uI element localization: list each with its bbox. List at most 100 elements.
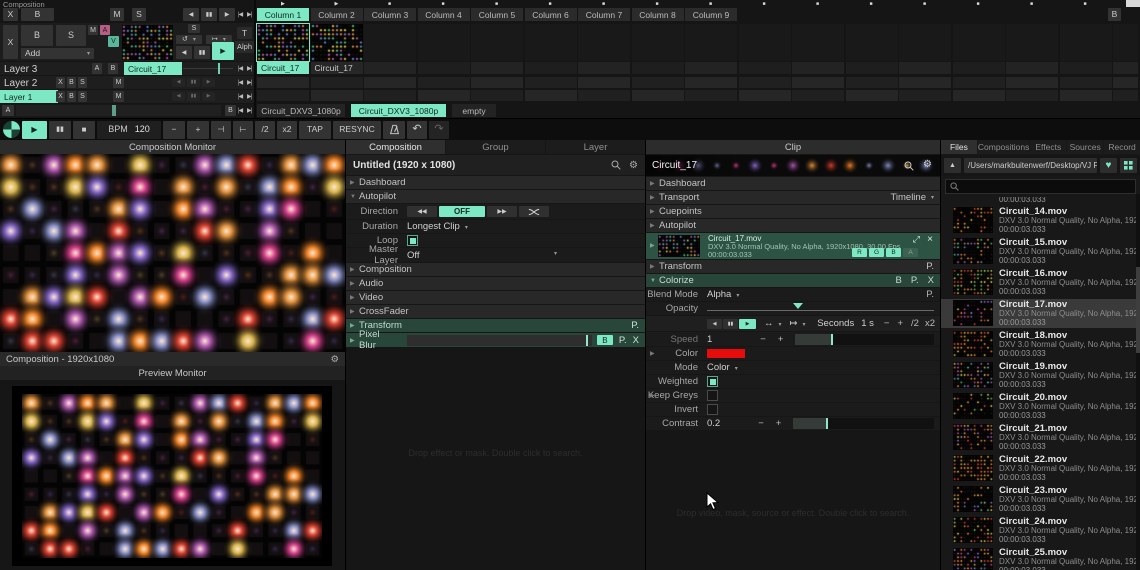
empty-clip-cell[interactable] bbox=[739, 77, 791, 88]
resync-button[interactable]: RESYNC bbox=[333, 121, 381, 139]
bpm-minus-button[interactable]: − bbox=[163, 121, 185, 139]
crossfader-a-button[interactable]: A bbox=[2, 105, 14, 116]
section-autopilot[interactable]: ▶Autopilot bbox=[646, 219, 940, 232]
params-button[interactable]: P. bbox=[926, 289, 934, 300]
column-stop-icon[interactable]: ■ bbox=[923, 1, 926, 7]
section-composition[interactable]: ▶Composition bbox=[346, 263, 645, 276]
channel-r-button[interactable]: R bbox=[852, 248, 867, 257]
nudge-left-button[interactable]: ⊣ bbox=[211, 121, 231, 139]
empty-clip-cell[interactable] bbox=[953, 90, 1005, 101]
view-mode-button[interactable] bbox=[1120, 158, 1137, 173]
column-stop-icon[interactable]: ■ bbox=[870, 1, 873, 7]
file-item[interactable]: Circuit_14.movDXV 3.0 Normal Quality, No… bbox=[941, 206, 1140, 235]
column-header[interactable]: Column 8 bbox=[632, 8, 684, 21]
files-scrollbar[interactable] bbox=[1136, 194, 1140, 570]
clip-play-button[interactable]: ▶ bbox=[739, 319, 756, 329]
section-video[interactable]: ▶Video bbox=[346, 291, 645, 304]
empty-clip-thumb[interactable] bbox=[1006, 24, 1058, 61]
params-button[interactable]: P. bbox=[926, 261, 934, 272]
transport-mode-dropdown[interactable]: Timeline▾ bbox=[890, 192, 934, 203]
crossfader-next-icon[interactable]: ▶| bbox=[247, 107, 251, 114]
tab-effects[interactable]: Effects bbox=[1030, 140, 1066, 154]
empty-clip-cell[interactable] bbox=[418, 77, 470, 88]
column-stop-icon[interactable]: ■ bbox=[388, 1, 391, 7]
crossfader-b-button[interactable]: B bbox=[225, 105, 236, 116]
tab-composition[interactable]: Composition bbox=[346, 140, 445, 154]
column-stop-icon[interactable]: ■ bbox=[1030, 1, 1033, 7]
tab-layer[interactable]: Layer bbox=[546, 140, 645, 154]
empty-clip-thumb[interactable] bbox=[792, 24, 844, 61]
clip-name-cell[interactable]: Circuit_17 bbox=[257, 62, 309, 74]
empty-clip-cell[interactable] bbox=[311, 77, 363, 88]
path-dropdown[interactable]: /Users/markbuitenwerf/Desktop/VJ Footage… bbox=[964, 158, 1097, 173]
tap-button[interactable]: TAP bbox=[299, 121, 331, 139]
empty-clip-cell[interactable] bbox=[525, 90, 577, 101]
seconds-double-button[interactable]: x2 bbox=[925, 318, 935, 329]
empty-clip-cell[interactable] bbox=[685, 77, 737, 88]
section-dashboard[interactable]: ▶Dashboard bbox=[646, 177, 940, 190]
empty-clip-thumb[interactable] bbox=[739, 24, 791, 61]
file-item[interactable]: Circuit_22.movDXV 3.0 Normal Quality, No… bbox=[941, 454, 1140, 483]
tab-files[interactable]: Files bbox=[941, 140, 977, 154]
direction-forward-button[interactable]: ▶▶ bbox=[487, 206, 517, 217]
deck-tab[interactable]: Circuit_DXV3_1080p bbox=[351, 104, 446, 117]
clip-source-block[interactable]: ▶ Circuit_17.mov DXV 3.0 Normal Quality,… bbox=[646, 233, 940, 259]
opacity-marker[interactable] bbox=[793, 303, 803, 309]
pixel-blur-slider[interactable] bbox=[407, 335, 592, 346]
redo-button[interactable]: ↷ bbox=[429, 121, 449, 139]
empty-clip-cell[interactable] bbox=[846, 77, 898, 88]
column-stop-icon[interactable]: ■ bbox=[602, 1, 605, 7]
folder-up-button[interactable]: ▲ bbox=[944, 158, 961, 173]
clip-prevframe-button[interactable]: ◀ bbox=[707, 319, 722, 329]
mode-dropdown[interactable]: Color▾ bbox=[707, 362, 738, 373]
column-stop-icon[interactable]: ■ bbox=[709, 1, 712, 7]
close-icon[interactable]: × bbox=[927, 234, 933, 245]
column-header[interactable]: Column 6 bbox=[525, 8, 577, 21]
empty-clip-thumb[interactable] bbox=[471, 24, 523, 61]
seconds-plus-button[interactable]: + bbox=[897, 318, 903, 329]
empty-clip-cell[interactable] bbox=[578, 77, 630, 88]
column-header[interactable]: Column 3 bbox=[364, 8, 416, 21]
bpm-display[interactable]: BPM 120 bbox=[97, 121, 161, 139]
speed-minus-button[interactable]: − bbox=[760, 334, 766, 345]
empty-clip-name-cell[interactable] bbox=[578, 62, 630, 74]
empty-clip-name-cell[interactable] bbox=[1113, 62, 1138, 74]
empty-clip-thumb[interactable] bbox=[525, 24, 577, 61]
section-crossfader[interactable]: ▶CrossFader bbox=[346, 305, 645, 318]
tab-compositions[interactable]: Compositions bbox=[978, 140, 1030, 154]
empty-clip-thumb[interactable] bbox=[685, 24, 737, 61]
empty-clip-cell[interactable] bbox=[311, 90, 363, 101]
column-stop-icon[interactable]: ■ bbox=[977, 1, 980, 7]
effect-bypass-button[interactable]: B bbox=[597, 335, 613, 345]
empty-clip-name-cell[interactable] bbox=[1006, 62, 1058, 74]
empty-clip-name-cell[interactable] bbox=[953, 62, 1005, 74]
direction-reverse-button[interactable]: ◀◀ bbox=[407, 206, 437, 217]
empty-clip-name-cell[interactable] bbox=[471, 62, 523, 74]
clip-pause-button[interactable]: ▮▮ bbox=[723, 319, 738, 329]
empty-clip-cell[interactable] bbox=[632, 77, 684, 88]
column-header[interactable]: Column 1 bbox=[257, 8, 309, 21]
empty-clip-cell[interactable] bbox=[471, 90, 523, 101]
crossfader-prev-icon[interactable]: |◀ bbox=[238, 107, 242, 114]
direction-off-button[interactable]: OFF bbox=[439, 206, 485, 217]
expand-icon[interactable]: ⤢ bbox=[913, 234, 920, 245]
section-dashboard[interactable]: ▶Dashboard bbox=[346, 176, 645, 189]
empty-clip-cell[interactable] bbox=[1113, 90, 1138, 101]
direction-random-button[interactable] bbox=[519, 206, 549, 217]
empty-clip-cell[interactable] bbox=[846, 90, 898, 101]
column-header[interactable]: Column 4 bbox=[418, 8, 470, 21]
grid-bypass-b-button[interactable]: B bbox=[1108, 8, 1121, 21]
opacity-slider[interactable] bbox=[707, 302, 934, 315]
section-transform[interactable]: ▶TransformP. bbox=[646, 260, 940, 273]
column-stop-icon[interactable]: ■ bbox=[1084, 1, 1087, 7]
section-autopilot[interactable]: ▼Autopilot bbox=[346, 190, 645, 203]
contrast-plus-button[interactable]: + bbox=[776, 418, 782, 429]
playmode-dropdown[interactable]: ↦▾ bbox=[790, 318, 806, 329]
file-item[interactable]: Circuit_15.movDXV 3.0 Normal Quality, No… bbox=[941, 237, 1140, 266]
clip-thumbnail[interactable] bbox=[311, 24, 363, 61]
file-item[interactable]: Circuit_19.movDXV 3.0 Normal Quality, No… bbox=[941, 361, 1140, 390]
file-item[interactable]: Circuit_21.movDXV 3.0 Normal Quality, No… bbox=[941, 423, 1140, 452]
blend-mode-dropdown[interactable]: Alpha▾ bbox=[707, 289, 739, 300]
empty-clip-cell[interactable] bbox=[685, 90, 737, 101]
bpm-double-button[interactable]: x2 bbox=[277, 121, 297, 139]
